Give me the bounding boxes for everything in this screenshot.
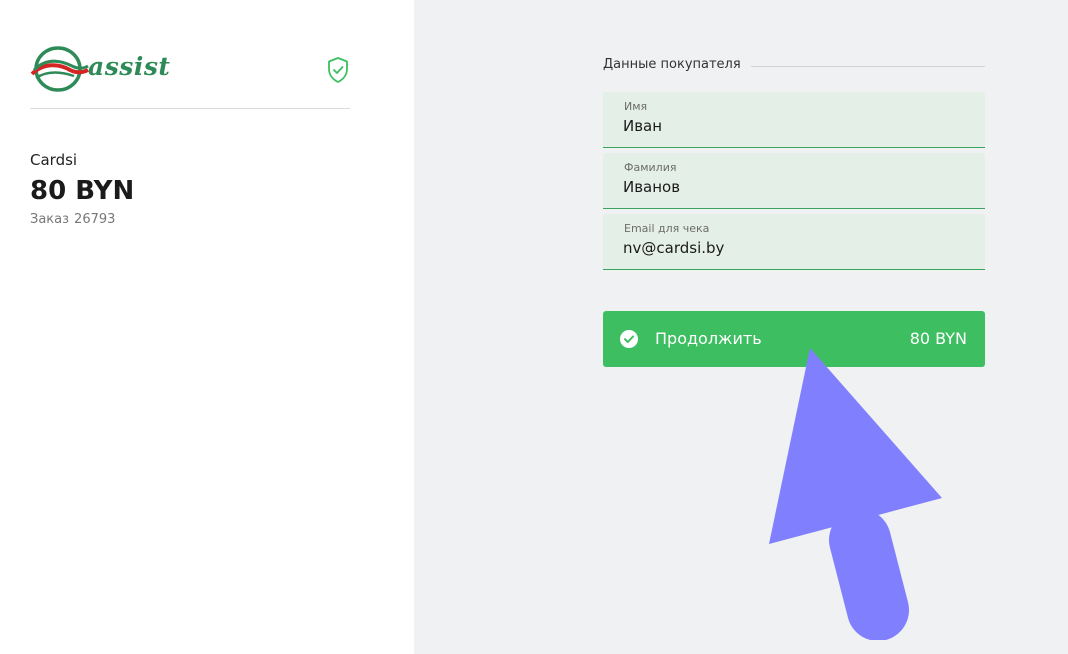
payment-page: assist Cardsi 80 BYN Заказ 26793 Данные … bbox=[0, 0, 1068, 654]
last-name-field[interactable]: Фамилия bbox=[603, 153, 985, 209]
email-field[interactable]: Email для чека bbox=[603, 214, 985, 270]
assist-logo-icon bbox=[30, 46, 89, 92]
customer-form-panel: Данные покупателя Имя Фамилия Email для … bbox=[414, 0, 1068, 654]
section-divider bbox=[750, 65, 985, 67]
shield-check-icon bbox=[328, 57, 348, 83]
first-name-input[interactable] bbox=[623, 117, 963, 135]
email-input[interactable] bbox=[623, 239, 963, 257]
email-label: Email для чека bbox=[624, 222, 710, 235]
order-number: 26793 bbox=[74, 212, 116, 227]
merchant-name: Cardsi bbox=[30, 151, 78, 169]
section-header: Данные покупателя bbox=[603, 57, 985, 72]
assist-logo: assist bbox=[30, 44, 170, 94]
pointer-arrow-icon bbox=[769, 348, 942, 640]
last-name-label: Фамилия bbox=[624, 161, 677, 174]
order-amount: 80 BYN bbox=[30, 176, 135, 206]
order-summary-panel: assist Cardsi 80 BYN Заказ 26793 bbox=[0, 0, 414, 654]
divider bbox=[30, 108, 350, 109]
last-name-input[interactable] bbox=[623, 178, 963, 196]
logo-text: assist bbox=[88, 52, 171, 81]
first-name-field[interactable]: Имя bbox=[603, 92, 985, 148]
continue-button-label: Продолжить bbox=[655, 329, 762, 348]
section-title: Данные покупателя bbox=[603, 57, 741, 72]
check-circle-icon bbox=[620, 330, 638, 348]
order-id: Заказ 26793 bbox=[30, 212, 115, 227]
order-label: Заказ bbox=[30, 212, 70, 227]
first-name-label: Имя bbox=[624, 100, 648, 113]
